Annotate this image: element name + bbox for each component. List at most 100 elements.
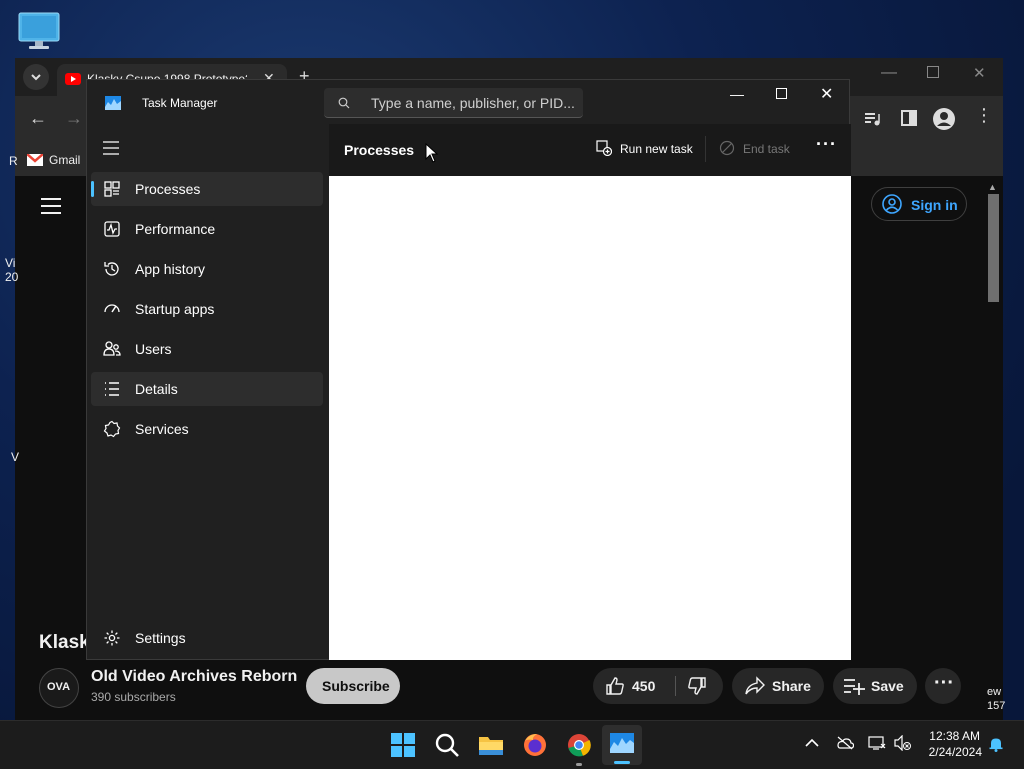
like-count: 450: [632, 678, 656, 694]
more-options-icon[interactable]: ···: [816, 134, 837, 155]
nav-performance-label: Performance: [135, 221, 216, 237]
tm-minimize-icon[interactable]: —: [730, 86, 744, 102]
nav-settings[interactable]: Settings: [91, 621, 323, 655]
video-title: Klask: [39, 632, 90, 653]
taskbar: 12:38 AM 2/24/2024: [0, 720, 1024, 769]
nav-startup-apps-label: Startup apps: [135, 301, 215, 317]
side-panel-icon[interactable]: [901, 110, 917, 126]
volume-muted-icon[interactable]: [894, 735, 912, 751]
nav-details-label: Details: [135, 381, 178, 397]
more-actions-button[interactable]: ···: [925, 668, 961, 704]
search-icon: [338, 97, 350, 109]
startup-apps-icon: [104, 304, 120, 313]
toolbar-divider: [705, 136, 706, 162]
end-task-button[interactable]: End task: [717, 138, 797, 162]
pill-divider: [675, 676, 676, 696]
partial-text: 157: [987, 700, 1006, 712]
minimize-icon[interactable]: —: [881, 64, 897, 82]
partial-text: Vi: [5, 256, 16, 270]
save-label: Save: [871, 678, 904, 694]
subscribe-button[interactable]: Subscribe: [306, 668, 400, 704]
task-manager-taskbar-button[interactable]: [602, 725, 642, 765]
onedrive-offline-icon[interactable]: [836, 736, 854, 750]
hamburger-menu-icon[interactable]: [103, 141, 119, 155]
firefox-icon[interactable]: [521, 731, 549, 759]
maximize-icon[interactable]: [927, 66, 939, 78]
hamburger-menu-icon[interactable]: [41, 198, 61, 214]
nav-processes[interactable]: Processes: [91, 172, 323, 206]
show-hidden-icons-chevron-icon[interactable]: [805, 738, 819, 748]
share-icon: [745, 676, 765, 695]
like-button[interactable]: 450: [593, 668, 673, 704]
window-title: Task Manager: [142, 96, 218, 110]
end-task-icon: [719, 140, 735, 156]
save-button[interactable]: Save: [833, 668, 917, 704]
share-button[interactable]: Share: [732, 668, 824, 704]
nav-services-label: Services: [135, 421, 189, 437]
nav-users-label: Users: [135, 341, 172, 357]
close-icon[interactable]: ✕: [973, 64, 986, 82]
channel-avatar[interactable]: OVA: [39, 668, 79, 708]
this-pc-desktop-icon[interactable]: [18, 12, 60, 50]
chrome-icon[interactable]: [565, 731, 593, 759]
windows-start-icon[interactable]: [389, 731, 417, 759]
search-icon[interactable]: [433, 731, 461, 759]
dislike-button[interactable]: [677, 668, 723, 704]
gmail-icon: [27, 154, 43, 166]
run-new-task-icon: [596, 140, 612, 156]
nav-startup-apps[interactable]: Startup apps: [91, 292, 323, 326]
like-dislike-group: 450: [593, 668, 723, 704]
tab-search-button[interactable]: [23, 64, 49, 90]
partial-text: ew: [987, 686, 1002, 698]
scroll-up-arrow-icon[interactable]: ▲: [988, 182, 997, 192]
media-controls-icon[interactable]: [863, 110, 881, 128]
nav-settings-label: Settings: [135, 630, 186, 646]
chrome-running-indicator: [576, 763, 582, 766]
channel-avatar-text: OVA: [47, 681, 71, 693]
task-manager-icon: [610, 733, 634, 753]
details-icon: [105, 382, 119, 396]
sign-in-button[interactable]: Sign in: [871, 187, 967, 221]
processes-content-area[interactable]: [329, 176, 851, 660]
forward-icon[interactable]: →: [65, 108, 83, 129]
nav-details[interactable]: Details: [91, 372, 323, 406]
task-manager-main-pane: Processes Run new task End task ···: [329, 124, 851, 660]
partial-text: V: [11, 450, 20, 464]
users-icon: [103, 341, 121, 356]
task-manager-nav-pane: Task Manager Processes Performance App h…: [87, 80, 329, 659]
scrollbar-track[interactable]: ▲: [985, 182, 1001, 714]
clock-time[interactable]: 12:38 AM: [926, 729, 980, 743]
active-app-indicator: [614, 761, 630, 764]
nav-app-history[interactable]: App history: [91, 252, 323, 286]
chevron-down-icon: [31, 74, 41, 81]
services-icon: [103, 420, 121, 438]
account-icon: [882, 194, 902, 214]
back-icon[interactable]: ←: [29, 108, 47, 129]
clock-date[interactable]: 2/24/2024: [920, 745, 982, 759]
share-label: Share: [772, 678, 811, 694]
nav-users[interactable]: Users: [91, 332, 323, 366]
performance-icon: [104, 221, 120, 237]
mouse-cursor-icon: [425, 143, 439, 163]
thumbs-down-icon: [688, 677, 706, 695]
file-explorer-icon[interactable]: [477, 731, 505, 759]
more-horizontal-icon: ···: [934, 672, 954, 694]
nav-services[interactable]: Services: [91, 412, 323, 446]
tm-maximize-icon[interactable]: [776, 88, 787, 99]
run-new-task-label: Run new task: [620, 142, 693, 156]
nav-performance[interactable]: Performance: [91, 212, 323, 246]
run-new-task-button[interactable]: Run new task: [594, 138, 694, 162]
tm-close-icon[interactable]: ✕: [820, 84, 833, 104]
page-title: Processes: [344, 142, 415, 158]
channel-name[interactable]: Old Video Archives Reborn: [91, 668, 297, 686]
profile-avatar-icon[interactable]: [933, 108, 955, 130]
bookmark-partial[interactable]: R: [9, 154, 18, 168]
network-icon[interactable]: [868, 735, 886, 751]
end-task-label: End task: [743, 142, 790, 156]
add-to-playlist-icon: [844, 679, 865, 695]
gear-icon: [104, 630, 120, 646]
browser-menu-icon[interactable]: ⋮: [975, 106, 993, 124]
search-box[interactable]: Type a name, publisher, or PID...: [324, 88, 583, 118]
notification-bell-icon[interactable]: [988, 736, 1004, 752]
scrollbar-thumb[interactable]: [988, 194, 999, 302]
